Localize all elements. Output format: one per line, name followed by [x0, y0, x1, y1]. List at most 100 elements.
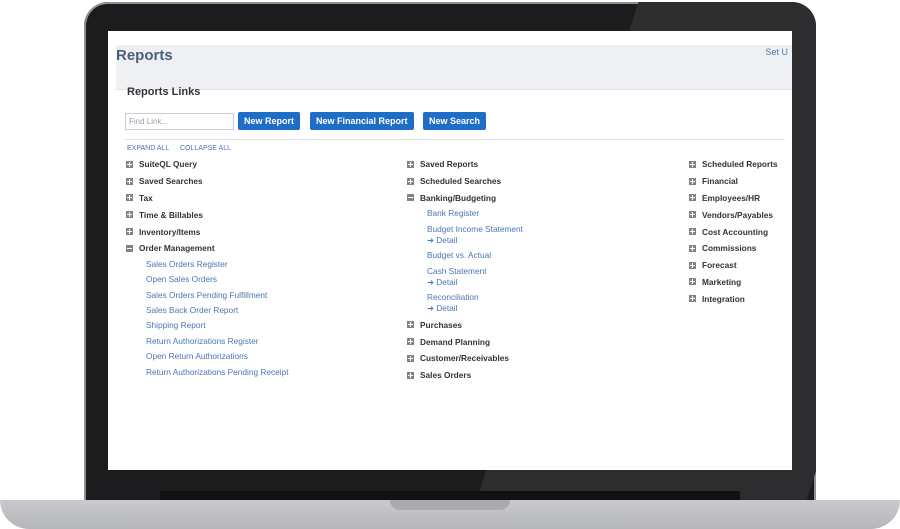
- category-demand-planning[interactable]: Demand Planning: [407, 333, 523, 350]
- expand-plus-icon[interactable]: [689, 295, 696, 303]
- report-link-budget-income-statement[interactable]: Budget Income Statement: [427, 224, 523, 235]
- report-link-sales-orders-register[interactable]: Sales Orders Register: [126, 257, 289, 272]
- report-link-return-authorizations-pending-receipt[interactable]: Return Authorizations Pending Receipt: [126, 365, 289, 380]
- category-label: Order Management: [139, 243, 215, 254]
- page-header: Reports Set U: [116, 45, 792, 90]
- report-link-sales-back-order-report[interactable]: Sales Back Order Report: [126, 303, 289, 318]
- category-scheduled-searches[interactable]: Scheduled Searches: [407, 173, 523, 190]
- expand-plus-icon[interactable]: [689, 261, 696, 269]
- category-label: Commissions: [702, 243, 757, 254]
- new-search-button[interactable]: New Search: [423, 112, 487, 130]
- divider: [125, 139, 785, 140]
- category-label: Inventory/Items: [139, 226, 201, 237]
- expand-plus-icon[interactable]: [689, 177, 696, 185]
- report-entry-budget-income-statement: Budget Income Statement ➜ Detail: [407, 222, 523, 248]
- report-link-bank-register[interactable]: Bank Register: [407, 206, 523, 221]
- category-integration[interactable]: Integration: [689, 290, 778, 307]
- category-label: Tax: [139, 192, 153, 203]
- category-sales-orders[interactable]: Sales Orders: [407, 367, 523, 384]
- laptop-notch: [390, 500, 510, 510]
- expand-plus-icon[interactable]: [126, 194, 133, 202]
- expand-all-link[interactable]: EXPAND ALL: [127, 145, 169, 152]
- set-link[interactable]: Set U: [765, 47, 788, 57]
- expand-plus-icon[interactable]: [407, 338, 414, 346]
- page-title: Reports: [116, 47, 173, 64]
- category-label: Saved Reports: [420, 159, 479, 170]
- expand-plus-icon[interactable]: [126, 211, 133, 219]
- report-entry-reconciliation: Reconciliation ➜ Detail: [407, 290, 523, 316]
- expand-plus-icon[interactable]: [407, 160, 414, 168]
- report-link-budget-vs-actual[interactable]: Budget vs. Actual: [407, 248, 523, 263]
- category-label: Forecast: [702, 260, 737, 271]
- category-label: Marketing: [702, 276, 742, 287]
- report-link-sales-orders-pending-fulfillment[interactable]: Sales Orders Pending Fulfillment: [126, 288, 289, 303]
- category-commissions[interactable]: Commissions: [689, 240, 778, 257]
- expand-plus-icon[interactable]: [126, 228, 133, 236]
- expand-plus-icon[interactable]: [689, 211, 696, 219]
- expand-plus-icon[interactable]: [689, 244, 696, 252]
- expand-plus-icon[interactable]: [407, 177, 414, 185]
- category-order-management[interactable]: Order Management: [126, 240, 289, 257]
- category-employees-hr[interactable]: Employees/HR: [689, 190, 778, 207]
- expand-plus-icon[interactable]: [407, 371, 414, 379]
- category-label: Financial: [702, 176, 738, 187]
- detail-link[interactable]: ➜ Detail: [427, 303, 523, 314]
- category-inventory-items[interactable]: Inventory/Items: [126, 223, 289, 240]
- category-label: Purchases: [420, 319, 462, 330]
- category-banking-budgeting[interactable]: Banking/Budgeting: [407, 190, 523, 207]
- expand-plus-icon[interactable]: [689, 194, 696, 202]
- right-column: Scheduled Reports Financial Employees/HR…: [689, 156, 778, 307]
- category-forecast[interactable]: Forecast: [689, 257, 778, 274]
- category-label: Customer/Receivables: [420, 353, 510, 364]
- category-label: Time & Billables: [139, 209, 203, 220]
- expand-plus-icon[interactable]: [689, 278, 696, 286]
- category-label: Demand Planning: [420, 336, 491, 347]
- category-marketing[interactable]: Marketing: [689, 274, 778, 291]
- reports-links-title: Reports Links: [127, 86, 201, 98]
- category-label: Vendors/Payables: [702, 209, 774, 220]
- report-link-open-sales-orders[interactable]: Open Sales Orders: [126, 272, 289, 287]
- category-purchases[interactable]: Purchases: [407, 316, 523, 333]
- category-label: Saved Searches: [139, 176, 203, 187]
- collapse-minus-icon[interactable]: [126, 244, 133, 252]
- category-tax[interactable]: Tax: [126, 190, 289, 207]
- expand-plus-icon[interactable]: [407, 354, 414, 362]
- left-column: SuiteQL Query Saved Searches Tax Time & …: [126, 156, 289, 380]
- category-scheduled-reports[interactable]: Scheduled Reports: [689, 156, 778, 173]
- category-label: Cost Accounting: [702, 226, 769, 237]
- collapse-all-link[interactable]: COLLAPSE ALL: [180, 145, 231, 152]
- category-time-billables[interactable]: Time & Billables: [126, 206, 289, 223]
- category-label: Scheduled Reports: [702, 159, 778, 170]
- screen: Reports Set U Reports Links New Report N…: [108, 31, 792, 470]
- expand-plus-icon[interactable]: [126, 177, 133, 185]
- category-suiteql-query[interactable]: SuiteQL Query: [126, 156, 289, 173]
- report-link-open-return-authorizations[interactable]: Open Return Authorizations: [126, 349, 289, 364]
- category-label: Integration: [702, 293, 745, 304]
- category-label: SuiteQL Query: [139, 159, 197, 170]
- category-cost-accounting[interactable]: Cost Accounting: [689, 223, 778, 240]
- category-saved-reports[interactable]: Saved Reports: [407, 156, 523, 173]
- report-link-cash-statement[interactable]: Cash Statement: [427, 266, 523, 277]
- category-label: Banking/Budgeting: [420, 192, 497, 203]
- collapse-minus-icon[interactable]: [407, 194, 414, 202]
- expand-plus-icon[interactable]: [126, 160, 133, 168]
- report-link-reconciliation[interactable]: Reconciliation: [427, 292, 523, 303]
- category-financial[interactable]: Financial: [689, 173, 778, 190]
- expand-plus-icon[interactable]: [689, 160, 696, 168]
- report-link-return-authorizations-register[interactable]: Return Authorizations Register: [126, 334, 289, 349]
- new-report-button[interactable]: New Report: [238, 112, 301, 130]
- category-saved-searches[interactable]: Saved Searches: [126, 173, 289, 190]
- detail-link[interactable]: ➜ Detail: [427, 277, 523, 288]
- expand-plus-icon[interactable]: [689, 228, 696, 236]
- category-customer-receivables[interactable]: Customer/Receivables: [407, 350, 523, 367]
- report-link-shipping-report[interactable]: Shipping Report: [126, 318, 289, 333]
- category-label: Scheduled Searches: [420, 176, 502, 187]
- category-label: Sales Orders: [420, 370, 472, 381]
- category-label: Employees/HR: [702, 192, 761, 203]
- detail-link[interactable]: ➜ Detail: [427, 235, 523, 246]
- report-entry-cash-statement: Cash Statement ➜ Detail: [407, 264, 523, 290]
- category-vendors-payables[interactable]: Vendors/Payables: [689, 206, 778, 223]
- find-link-input[interactable]: [125, 113, 234, 130]
- expand-plus-icon[interactable]: [407, 321, 414, 329]
- new-financial-report-button[interactable]: New Financial Report: [310, 112, 414, 130]
